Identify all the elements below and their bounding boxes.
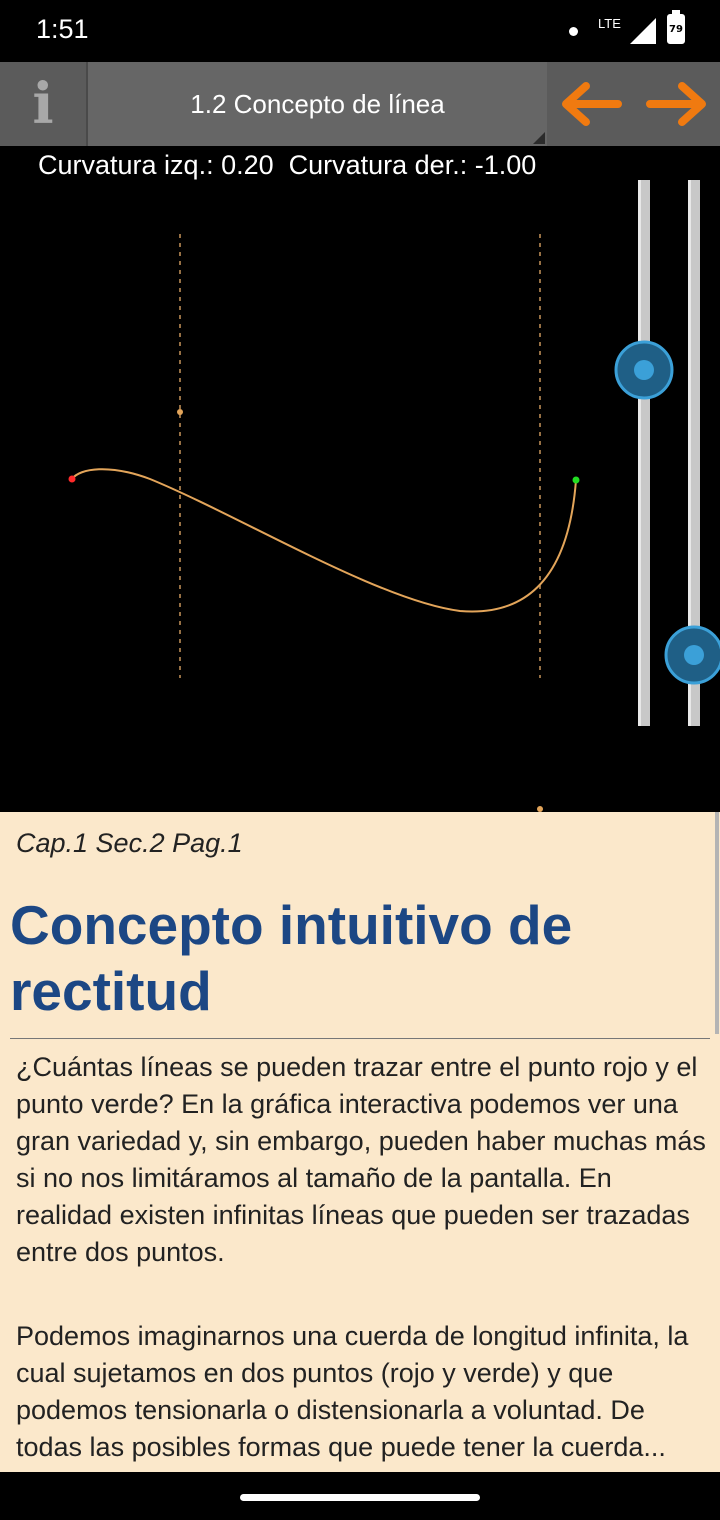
info-icon: i [32, 71, 54, 137]
info-button[interactable]: i [0, 62, 86, 146]
left-control-point[interactable] [177, 409, 183, 415]
document-panel[interactable]: Cap.1 Sec.2 Pag.1 Concepto intuitivo de … [0, 812, 720, 1472]
left-slider-thumb-core [634, 360, 654, 380]
title-divider [10, 1038, 710, 1039]
arrow-left-icon [562, 82, 622, 126]
paragraph: ¿Cuántas líneas se pueden trazar entre e… [16, 1052, 706, 1267]
status-bar: 1:51 LTE 79 [0, 0, 720, 62]
left-curvature-slider[interactable] [614, 180, 674, 726]
red-start-point[interactable] [68, 475, 76, 483]
notification-dot-icon [569, 27, 578, 36]
battery-level: 79 [669, 24, 683, 35]
system-nav-bar [0, 1472, 720, 1520]
curve-line [71, 468, 577, 613]
home-indicator[interactable] [240, 1494, 480, 1501]
next-page-button[interactable] [634, 62, 720, 146]
interactive-graphic[interactable]: Curvatura izq.: 0.20 Curvatura der.: -1.… [0, 146, 720, 812]
left-slider-track-shade [638, 180, 641, 726]
graphic-canvas [68, 180, 720, 812]
arrow-right-icon [646, 82, 706, 126]
signal-icon [630, 18, 656, 44]
document-scrollbar[interactable] [715, 812, 719, 1034]
document-title: Concepto intuitivo de rectitud [10, 894, 573, 1022]
dropdown-corner-icon [533, 132, 545, 144]
lte-icon: LTE [598, 16, 621, 31]
battery-icon: 79 [667, 10, 685, 44]
paragraph: Podemos imaginarnos una cuerda de longit… [16, 1321, 689, 1462]
right-curvature-slider[interactable] [664, 180, 720, 726]
right-slider-thumb-core [684, 645, 704, 665]
section-selector[interactable]: 1.2 Concepto de línea [86, 62, 547, 146]
previous-page-button[interactable] [548, 62, 634, 146]
green-end-point[interactable] [572, 476, 580, 484]
section-title-label: 1.2 Concepto de línea [190, 88, 445, 119]
toolbar: i 1.2 Concepto de línea [0, 62, 720, 146]
page-reference: Cap.1 Sec.2 Pag.1 [16, 828, 243, 858]
status-time: 1:51 [36, 14, 89, 44]
